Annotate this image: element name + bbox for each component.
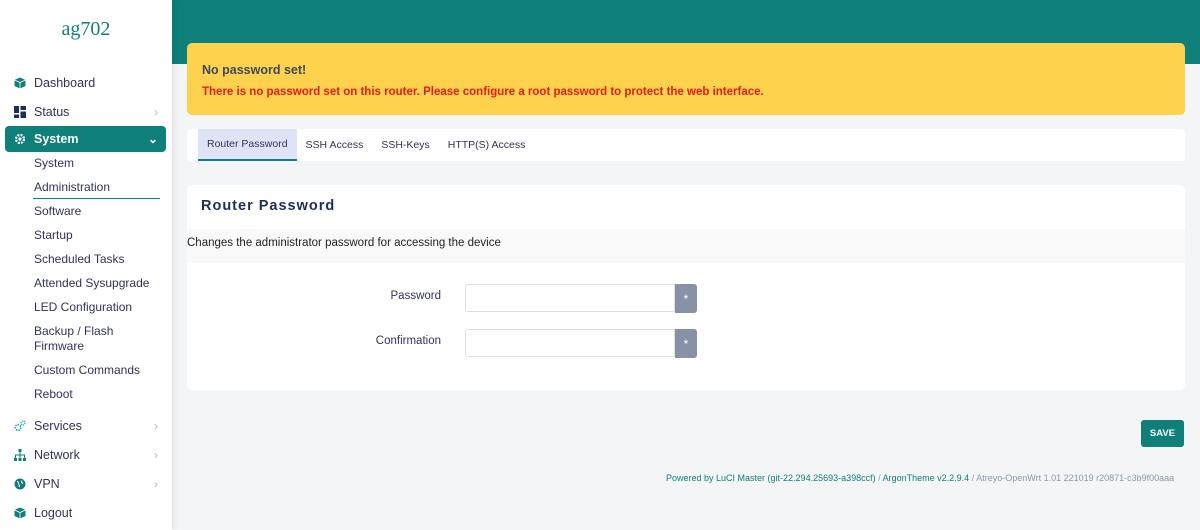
tab-ssh-access[interactable]: SSH Access — [297, 129, 373, 161]
submenu-item-system[interactable]: System — [0, 156, 172, 171]
submenu-item-reboot[interactable]: Reboot — [0, 387, 172, 402]
sidebar-item-label: Logout — [34, 505, 73, 520]
box-icon — [14, 77, 26, 89]
card-title: Router Password — [201, 198, 336, 214]
sidebar-item-label: Dashboard — [34, 75, 96, 90]
network-icon — [14, 448, 26, 461]
sidebar-item-label: System — [34, 132, 79, 146]
sidebar-item-label: Network — [34, 447, 80, 462]
sidebar-item-vpn[interactable]: VPN › — [0, 469, 172, 498]
sidebar-item-logout[interactable]: Logout — [0, 498, 172, 527]
submenu-item-administration[interactable]: Administration — [0, 180, 172, 199]
reveal-confirmation-button[interactable]: * — [675, 329, 697, 358]
tab-router-password[interactable]: Router Password — [198, 129, 297, 161]
chevron-right-icon: › — [154, 447, 158, 462]
submenu-item-backup-flash-firmware[interactable]: Backup / Flash Firmware — [0, 324, 172, 354]
gear-icon — [14, 133, 26, 145]
chevron-right-icon: › — [154, 418, 158, 433]
sidebar-item-services[interactable]: Services › — [0, 411, 172, 440]
sidebar: ag702 Dashboard Status › System ⌄ System… — [0, 0, 172, 530]
submenu-item-startup[interactable]: Startup — [0, 228, 172, 243]
alert-message: There is no password set on this router.… — [202, 86, 764, 98]
tab-ssh-keys[interactable]: SSH-Keys — [372, 129, 438, 161]
sidebar-item-label: Status — [34, 104, 70, 119]
confirmation-input[interactable] — [465, 329, 675, 357]
reveal-password-button[interactable]: * — [675, 284, 697, 313]
submenu-item-led-configuration[interactable]: LED Configuration — [0, 300, 172, 315]
gears-icon — [14, 419, 26, 432]
submenu-item-scheduled-tasks[interactable]: Scheduled Tasks — [0, 252, 172, 267]
no-password-alert: No password set! There is no password se… — [187, 43, 1185, 115]
card-description: Changes the administrator password for a… — [187, 237, 501, 249]
system-submenu: System Administration Software Startup S… — [0, 152, 172, 402]
password-label: Password — [390, 290, 442, 302]
sidebar-item-status[interactable]: Status › — [0, 97, 172, 126]
admin-tabs: Router Password SSH Access SSH-Keys HTTP… — [187, 129, 1185, 161]
grid-icon — [14, 105, 26, 118]
chevron-right-icon: › — [154, 476, 158, 491]
footer: Powered by LuCI Master (git-22.294.25693… — [666, 473, 1174, 483]
firmware-version: Atreyo-OpenWrt 1.01 221019 r20871-c3b9f0… — [976, 473, 1175, 483]
sidebar-menu: Dashboard Status › System ⌄ System Admin… — [0, 68, 172, 527]
submenu-item-software[interactable]: Software — [0, 204, 172, 219]
password-input[interactable] — [465, 284, 675, 312]
box-icon — [14, 507, 26, 519]
router-password-card: Router Password Changes the administrato… — [187, 185, 1185, 390]
alert-title: No password set! — [202, 63, 307, 77]
submenu-label-line2: Firmware — [34, 339, 84, 353]
brand-logo[interactable]: ag702 — [0, 18, 172, 41]
sidebar-item-label: Services — [34, 418, 82, 433]
chevron-down-icon: ⌄ — [147, 132, 158, 146]
argon-theme-link[interactable]: ArgonTheme v2.2.9.4 — [883, 473, 970, 483]
submenu-item-custom-commands[interactable]: Custom Commands — [0, 363, 172, 378]
confirmation-label: Confirmation — [375, 335, 441, 347]
luci-link[interactable]: Powered by LuCI Master (git-22.294.25693… — [666, 473, 876, 483]
footer-separator: / — [875, 473, 883, 483]
sidebar-item-dashboard[interactable]: Dashboard — [0, 68, 172, 97]
submenu-item-attended-sysupgrade[interactable]: Attended Sysupgrade — [0, 276, 172, 291]
globe-icon — [14, 478, 26, 490]
sidebar-item-system[interactable]: System ⌄ — [5, 126, 166, 152]
chevron-right-icon: › — [154, 104, 158, 119]
tab-https-access[interactable]: HTTP(S) Access — [439, 129, 535, 161]
sidebar-item-network[interactable]: Network › — [0, 440, 172, 469]
submenu-label-line1: Backup / Flash — [34, 324, 114, 338]
sidebar-item-label: VPN — [34, 476, 60, 491]
save-button[interactable]: SAVE — [1141, 420, 1184, 447]
